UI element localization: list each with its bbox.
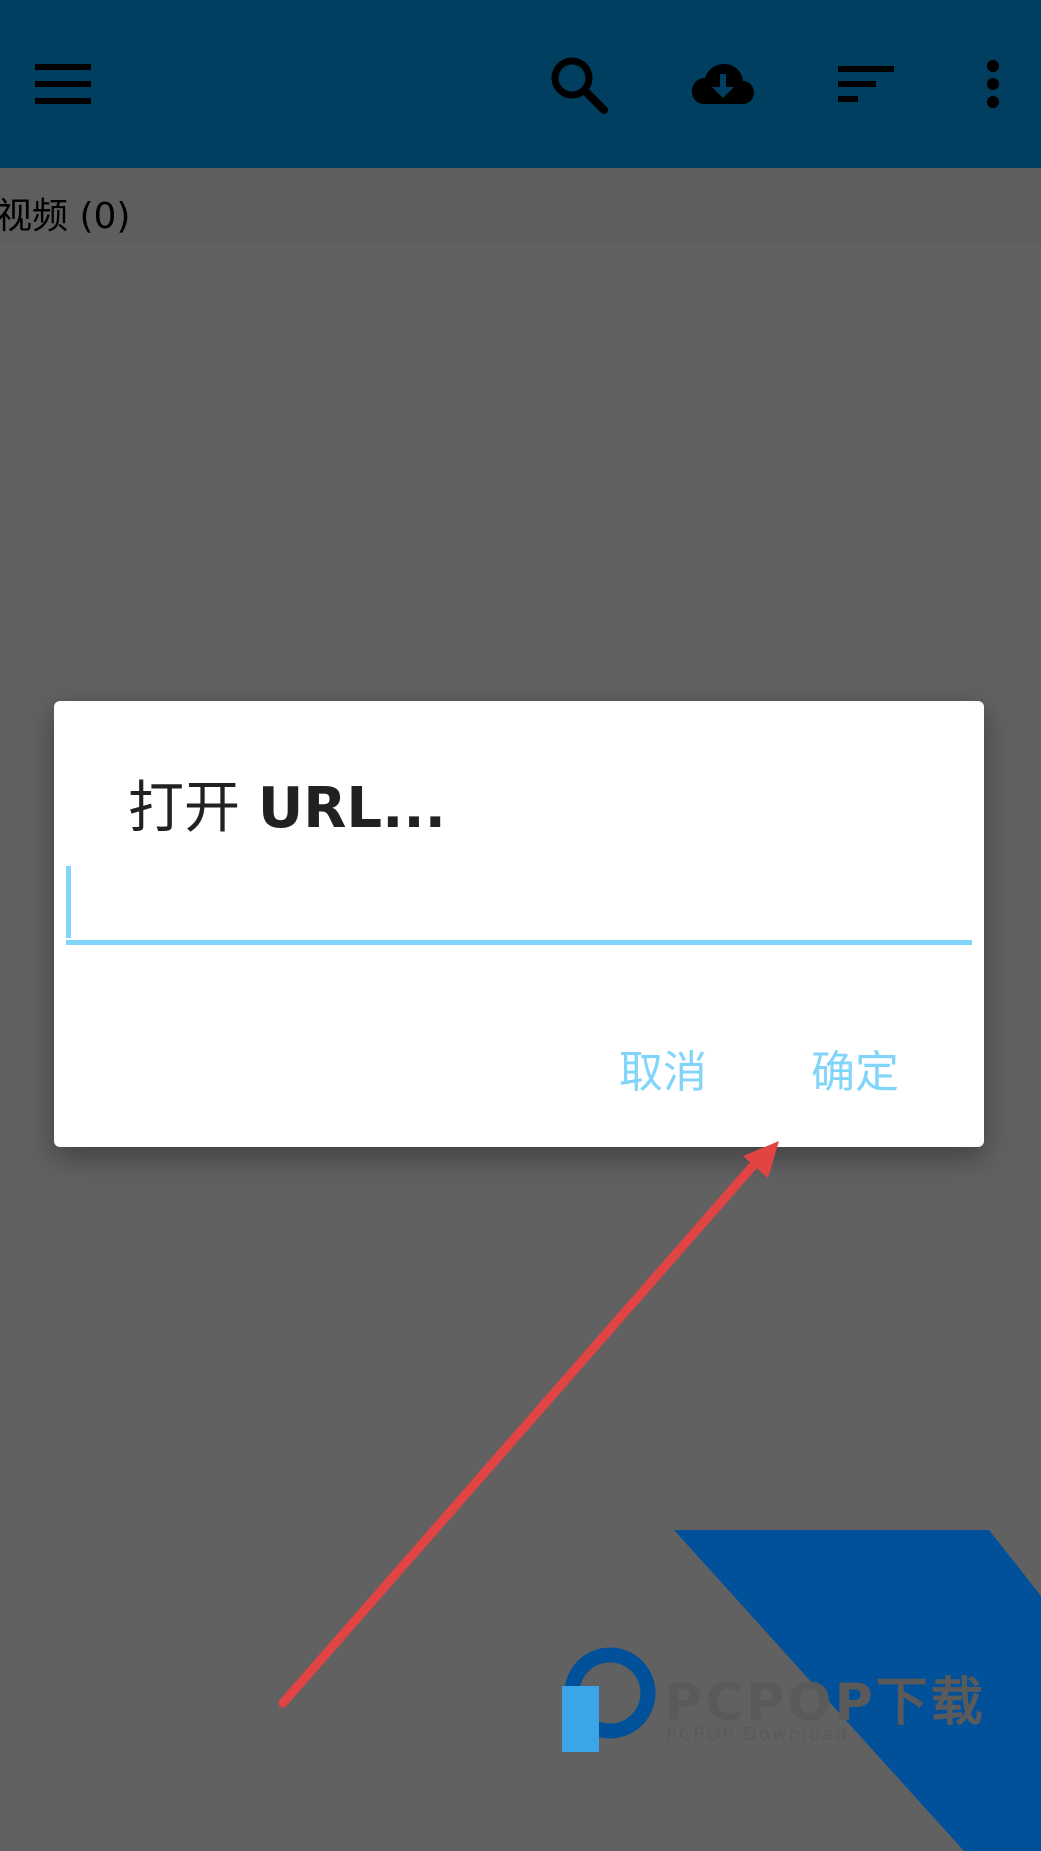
watermark-subtext: PCPOP Download — [666, 1724, 849, 1745]
watermark-logo: PCPOP下载 PCPOP Download — [562, 1530, 1041, 1851]
watermark-p-block — [562, 1686, 599, 1752]
